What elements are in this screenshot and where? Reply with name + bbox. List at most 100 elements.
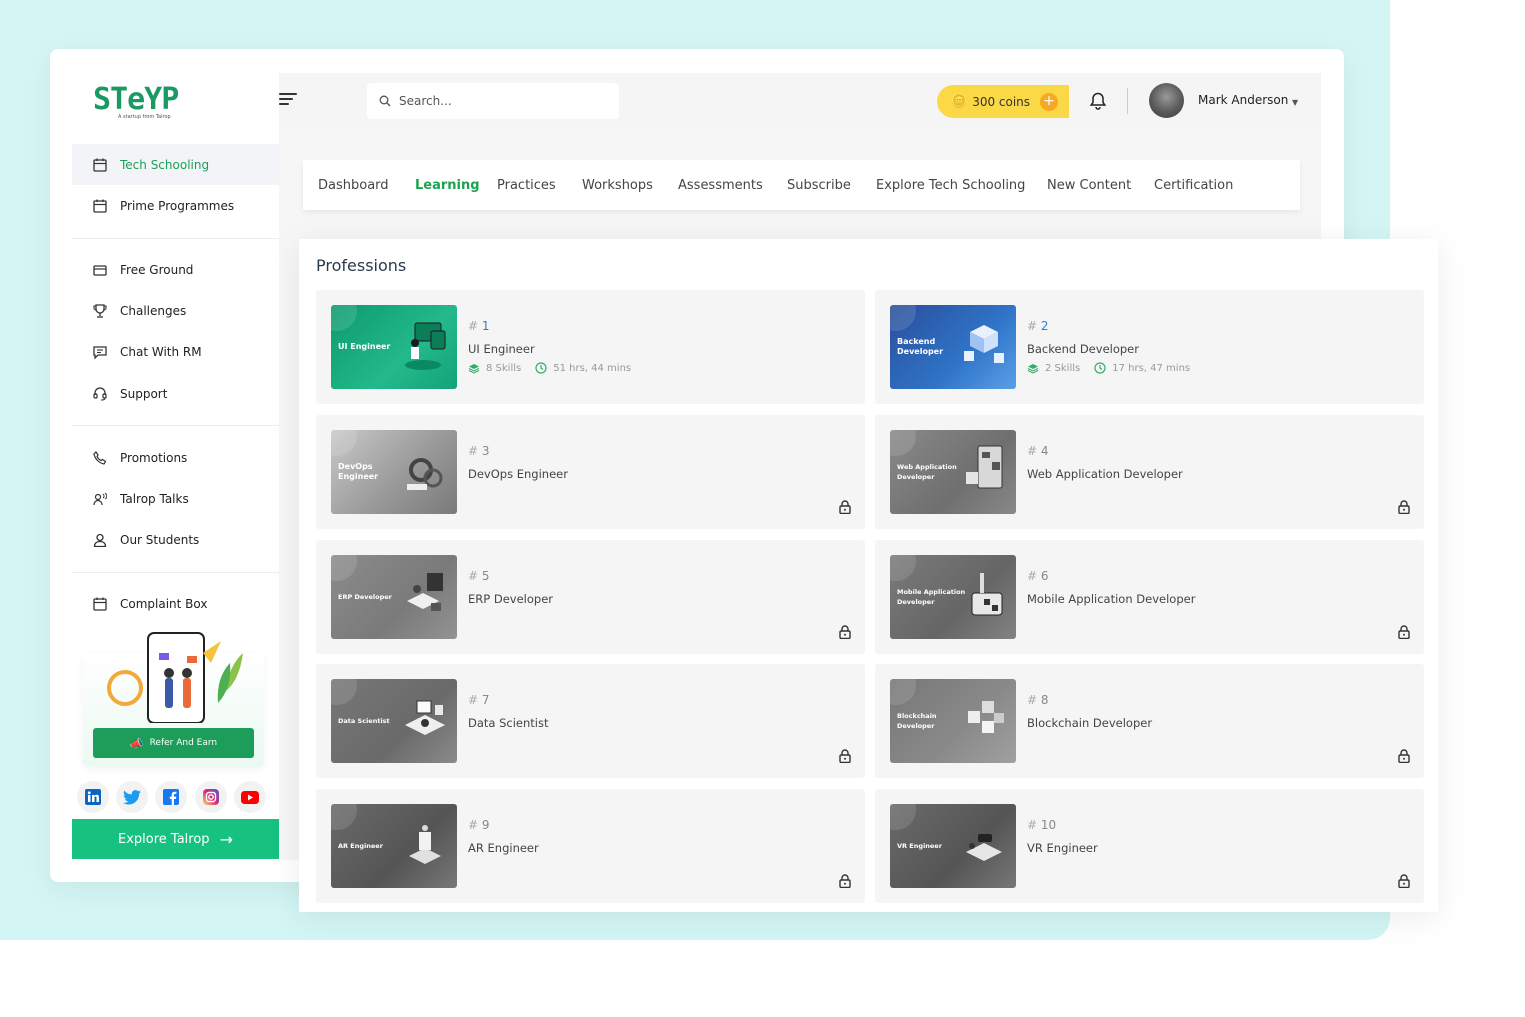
lock-icon: [1398, 500, 1410, 514]
skills-count: 8 Skills: [486, 362, 522, 374]
profession-meta: 8 Skills 51 hrs, 44 mins: [468, 362, 631, 374]
twitter-icon[interactable]: [116, 781, 148, 813]
sidebar-item-label: Promotions: [120, 450, 188, 465]
sidebar-item-label: Talrop Talks: [120, 491, 189, 506]
tab-practices[interactable]: Practices: [497, 178, 556, 193]
clock-icon: [1094, 362, 1106, 374]
calendar-icon: [93, 199, 107, 213]
brand-logo[interactable]: STeYP: [93, 85, 179, 115]
layers-icon: [1027, 363, 1039, 374]
explore-talrop-button[interactable]: Explore Talrop →: [72, 819, 279, 859]
profession-thumbnail: Backend Developer: [890, 305, 1016, 389]
profession-number: # 1: [468, 319, 490, 333]
duration: 17 hrs, 47 mins: [1112, 362, 1191, 374]
devops-illustration: [407, 458, 443, 490]
profession-card-ui-engineer[interactable]: UI Engineer # 1 UI Engineer 8 Skills 51 …: [316, 290, 865, 404]
thumbnail-label: AR Engineer: [338, 842, 383, 850]
profession-card-ar-engineer[interactable]: AR Engineer # 9 AR Engineer: [316, 789, 865, 903]
youtube-icon[interactable]: [234, 781, 266, 813]
search-input[interactable]: [399, 94, 599, 108]
profession-title: UI Engineer: [468, 342, 535, 356]
profession-card-backend-developer[interactable]: Backend Developer # 2 Backend Developer …: [875, 290, 1424, 404]
profession-card-vr-engineer[interactable]: VR Engineer # 10 VR Engineer: [875, 789, 1424, 903]
user-name[interactable]: Mark Anderson: [1198, 93, 1288, 107]
lock-icon: [839, 625, 851, 639]
instagram-icon[interactable]: [195, 781, 227, 813]
talk-icon: [93, 492, 107, 505]
tab-assessments[interactable]: Assessments: [678, 178, 763, 193]
profession-number: # 6: [1027, 569, 1049, 583]
thumbnail-label: UI Engineer: [338, 342, 391, 351]
sidebar-item-support[interactable]: Support: [72, 373, 279, 414]
coins-badge[interactable]: 🪙 300 coins +: [937, 85, 1069, 118]
avatar[interactable]: [1149, 83, 1184, 118]
thumbnail-label: Blockchain Developer: [897, 712, 937, 730]
profession-number: # 10: [1027, 818, 1057, 832]
profession-card-blockchain-developer[interactable]: Blockchain Developer # 8 Blockchain Deve…: [875, 664, 1424, 778]
data-scientist-illustration: [405, 700, 445, 735]
thumbnail-label: DevOps Engineer: [338, 462, 379, 481]
calendar-icon: [93, 158, 107, 172]
skills-count: 2 Skills: [1045, 362, 1081, 374]
profession-title: ERP Developer: [468, 592, 553, 606]
sidebar-item-chat-with-rm[interactable]: Chat With RM: [72, 331, 279, 372]
linkedin-icon[interactable]: [77, 781, 109, 813]
sidebar-item-label: Challenges: [120, 303, 187, 318]
tab-explore-tech-schooling[interactable]: Explore Tech Schooling: [876, 178, 1025, 193]
sidebar-item-challenges[interactable]: Challenges: [72, 290, 279, 331]
tab-learning[interactable]: Learning: [415, 178, 480, 193]
vr-illustration: [966, 834, 1002, 861]
tab-workshops[interactable]: Workshops: [582, 178, 653, 193]
profession-thumbnail: VR Engineer: [890, 804, 1016, 888]
sidebar-item-label: Support: [120, 386, 168, 401]
thumbnail-label: VR Engineer: [897, 842, 942, 850]
profession-title: AR Engineer: [468, 841, 539, 855]
topbar-divider: [1127, 88, 1128, 114]
tab-new-content[interactable]: New Content: [1047, 178, 1131, 193]
tab-certification[interactable]: Certification: [1154, 178, 1233, 193]
tab-subscribe[interactable]: Subscribe: [787, 178, 851, 193]
sidebar-item-free-ground[interactable]: Free Ground: [72, 249, 279, 290]
lock-icon: [839, 500, 851, 514]
mobile-app-illustration: [971, 573, 1003, 616]
search-box[interactable]: [367, 83, 619, 119]
refer-and-earn-button[interactable]: 📣 Refer And Earn: [93, 728, 254, 758]
blockchain-illustration: [968, 701, 1004, 733]
sidebar-item-label: Prime Programmes: [120, 198, 235, 213]
tab-dashboard[interactable]: Dashboard: [318, 178, 389, 193]
thumbnail-label: Backend Developer: [897, 337, 944, 356]
coins-label: 300 coins: [972, 94, 1031, 109]
sidebar-item-talrop-talks[interactable]: Talrop Talks: [72, 478, 279, 519]
profession-card-devops-engineer[interactable]: DevOps Engineer # 3 DevOps Engineer: [316, 415, 865, 529]
profession-card-data-scientist[interactable]: Data Scientist # 7 Data Scientist: [316, 664, 865, 778]
lock-icon: [839, 874, 851, 888]
profession-card-mobile-application-developer[interactable]: Mobile Application Developer # 6 Mobile …: [875, 540, 1424, 654]
profession-number: # 7: [468, 693, 490, 707]
profession-thumbnail: Data Scientist: [331, 679, 457, 763]
thumbnail-label: ERP Developer: [338, 593, 392, 601]
profession-card-web-application-developer[interactable]: Web Application Developer # 4 Web Applic…: [875, 415, 1424, 529]
profession-card-erp-developer[interactable]: ERP Developer # 5 ERP Developer: [316, 540, 865, 654]
sidebar-item-promotions[interactable]: Promotions: [72, 437, 279, 478]
notification-bell-icon[interactable]: [1089, 92, 1107, 110]
phone-icon: [93, 450, 107, 465]
profession-title: Web Application Developer: [1027, 467, 1183, 481]
profession-number: # 8: [1027, 693, 1049, 707]
megaphone-icon: 📣: [129, 736, 144, 750]
sidebar-item-complaint-box[interactable]: Complaint Box: [72, 583, 279, 624]
duration: 51 hrs, 44 mins: [553, 362, 632, 374]
lock-icon: [1398, 874, 1410, 888]
facebook-icon[interactable]: [155, 781, 187, 813]
sidebar-item-our-students[interactable]: Our Students: [72, 519, 279, 560]
hamburger-menu-icon[interactable]: [279, 93, 297, 109]
profession-number: # 2: [1027, 319, 1049, 333]
sidebar-item-prime-programmes[interactable]: Prime Programmes: [72, 185, 279, 226]
chevron-down-icon[interactable]: ▼: [1292, 98, 1298, 107]
sidebar-item-label: Our Students: [120, 532, 200, 547]
backend-illustration: [964, 325, 1004, 363]
sidebar-item-tech-schooling[interactable]: Tech Schooling: [72, 144, 279, 185]
profession-title: Backend Developer: [1027, 342, 1139, 356]
ui-engineer-illustration: [405, 322, 446, 370]
add-coins-icon[interactable]: +: [1040, 93, 1058, 111]
profession-thumbnail: DevOps Engineer: [331, 430, 457, 514]
